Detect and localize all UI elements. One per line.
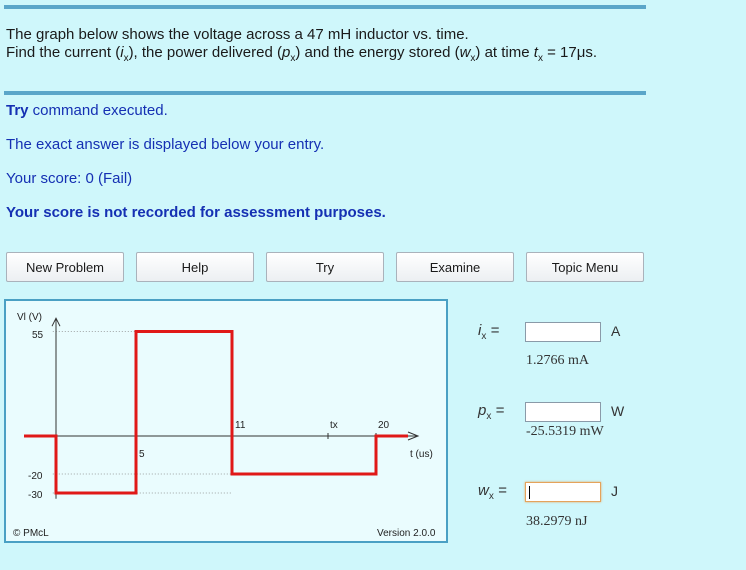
power-input[interactable] <box>525 402 601 422</box>
copyright-label: © PMcL <box>13 528 49 539</box>
energy-input[interactable] <box>525 482 601 502</box>
examine-button[interactable]: Examine <box>396 252 514 282</box>
energy-unit: J <box>611 483 618 499</box>
current-input[interactable] <box>525 322 601 342</box>
topic-menu-button[interactable]: Topic Menu <box>526 252 644 282</box>
x-tick-11: 11 <box>235 420 246 431</box>
x-tick-5: 5 <box>139 449 145 460</box>
y-axis-label: Vl (V) <box>17 312 42 323</box>
power-exact-answer: -25.5319 mW <box>526 424 604 439</box>
not-recorded-message: Your score is not recorded for assessmen… <box>6 204 386 221</box>
problem-line-2: Find the current (ix), the power deliver… <box>6 44 598 64</box>
power-unit: W <box>611 403 625 419</box>
new-problem-button[interactable]: New Problem <box>6 252 124 282</box>
problem-statement: The graph below shows the voltage across… <box>6 26 597 68</box>
voltage-waveform <box>24 330 408 495</box>
try-button[interactable]: Try <box>266 252 384 282</box>
power-label: px = <box>478 402 505 422</box>
score-message: Your score: 0 (Fail) <box>6 170 133 187</box>
help-button[interactable]: Help <box>136 252 254 282</box>
exact-message: The exact answer is displayed below your… <box>6 136 325 153</box>
current-label: ix = <box>478 322 500 342</box>
try-message: Try command executed. <box>6 102 168 119</box>
top-rule <box>4 5 646 9</box>
text-caret <box>529 486 530 499</box>
current-exact-answer: 1.2766 mA <box>526 353 589 368</box>
y-tick-minus-30: -30 <box>28 490 43 501</box>
x-tick-tx: tx <box>330 420 338 431</box>
y-tick-minus-20: -20 <box>28 471 43 482</box>
current-unit: A <box>611 323 621 339</box>
middle-rule <box>4 91 646 95</box>
x-tick-20: 20 <box>378 420 390 431</box>
voltage-graph: Vl (V) t (us) 55 -20 -30 5 11 tx 20 © PM… <box>4 299 448 543</box>
problem-line-1: The graph below shows the voltage across… <box>6 26 469 43</box>
x-axis-label: t (us) <box>410 449 433 460</box>
version-label: Version 2.0.0 <box>377 528 436 539</box>
energy-exact-answer: 38.2979 nJ <box>526 514 588 529</box>
energy-label: wx = <box>478 482 507 502</box>
y-tick-55: 55 <box>32 330 44 341</box>
